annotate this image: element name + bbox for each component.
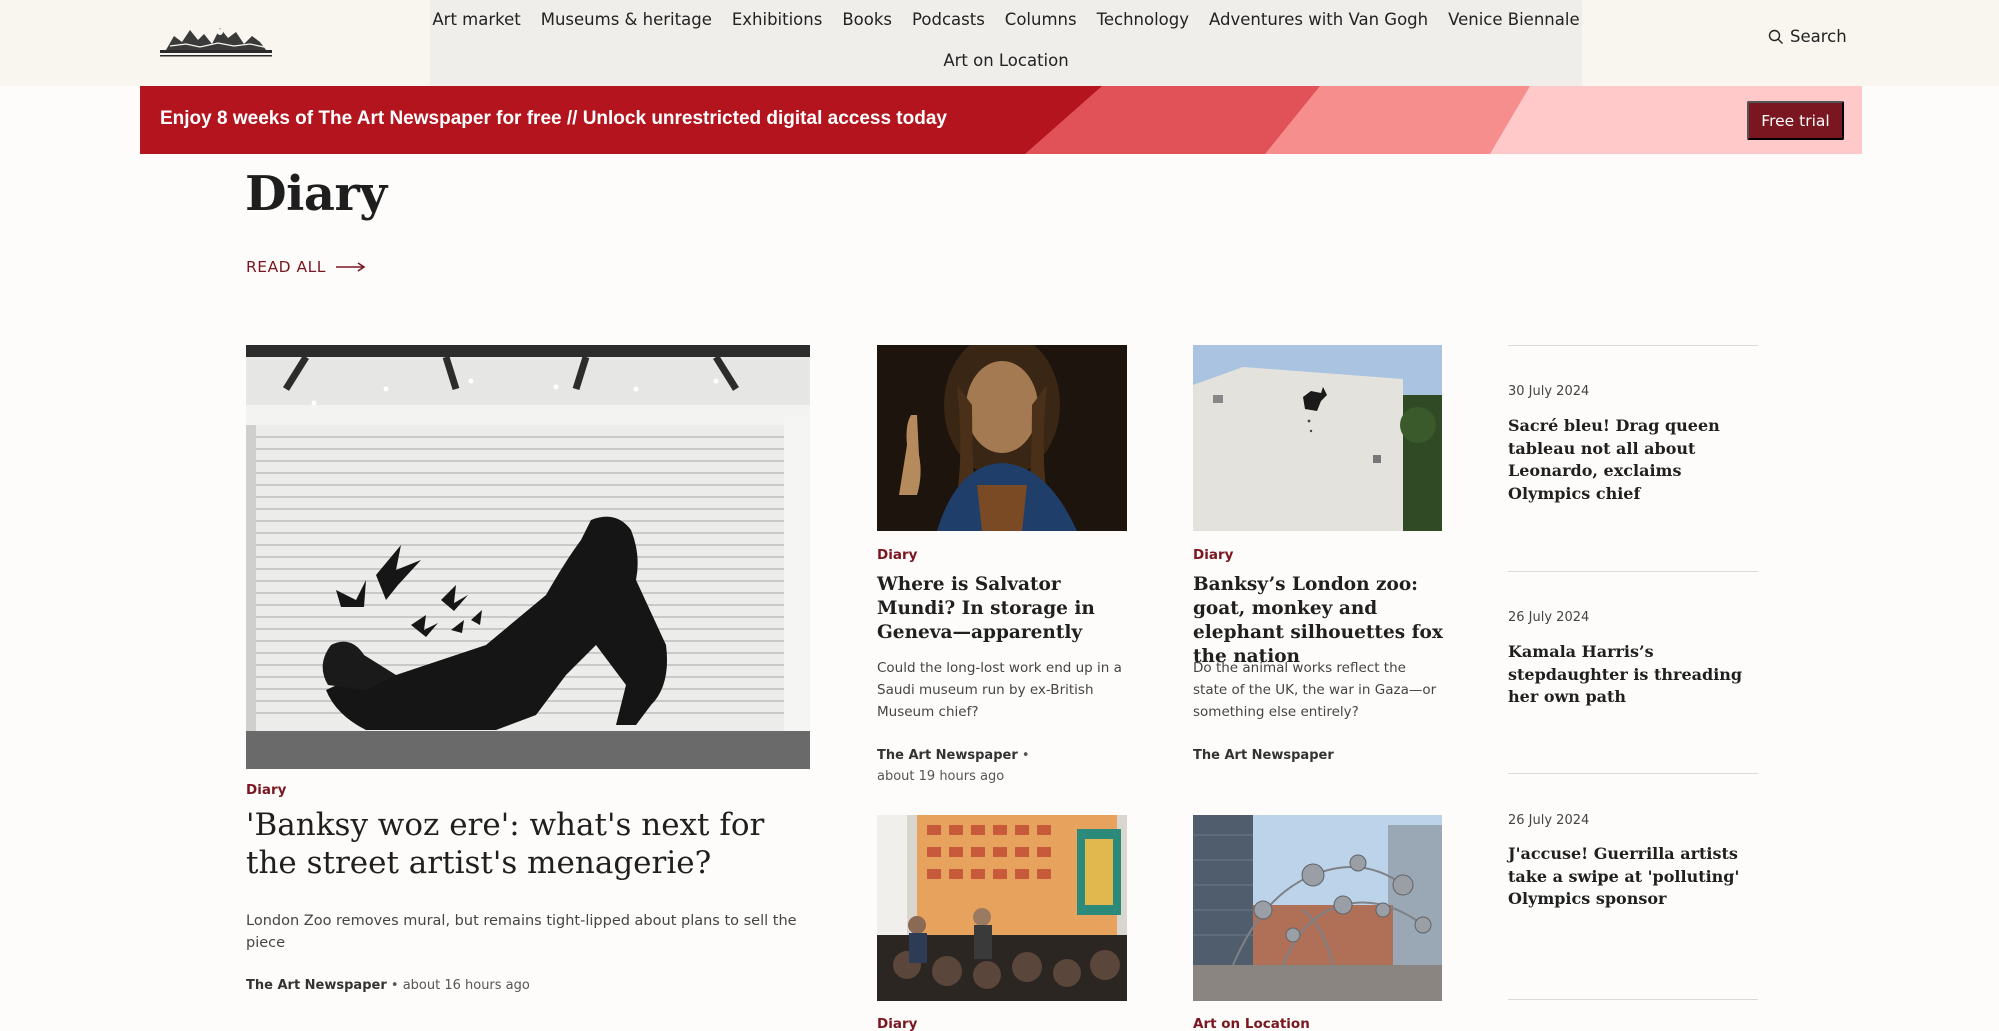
story-standfirst: Do the animal works reflect the state of… <box>1193 660 1437 720</box>
story-image[interactable] <box>1193 815 1442 1001</box>
story-byline: The Art Newspaper <box>1193 745 1443 766</box>
story-kicker[interactable]: Diary <box>877 1016 917 1031</box>
sidebar-headline[interactable]: Sacré bleu! Drag queen tableau not all a… <box>1508 415 1760 505</box>
lead-story-headline[interactable]: 'Banksy woz ere': what's next for the st… <box>246 806 806 882</box>
promo-banner: Enjoy 8 weeks of The Art Newspaper for f… <box>140 86 1862 154</box>
story-headline[interactable]: Banksy’s London zoo: goat, monkey and el… <box>1193 573 1443 669</box>
search-label: Search <box>1790 27 1847 46</box>
byline-time: about 16 hours ago <box>402 978 530 993</box>
nav-item-technology[interactable]: Technology <box>1097 10 1189 29</box>
free-trial-button[interactable]: Free trial <box>1747 101 1844 140</box>
byline-time: about 19 hours ago <box>877 769 1005 784</box>
divider <box>1508 345 1758 346</box>
nav-item-venice-biennale[interactable]: Venice Biennale <box>1448 10 1579 29</box>
nav-row-primary: Art market Museums & heritage Exhibition… <box>430 0 1582 38</box>
banksy-gorilla-shutter-mural <box>246 345 810 769</box>
page-title: Diary <box>245 166 387 222</box>
sidebar-date: 30 July 2024 <box>1508 384 1590 399</box>
byline-source[interactable]: The Art Newspaper <box>1193 748 1334 763</box>
divider <box>1508 571 1758 572</box>
salvator-mundi-painting <box>877 345 1127 531</box>
nav-item-art-on-location[interactable]: Art on Location <box>943 51 1068 70</box>
banksy-goat-wall <box>1193 345 1442 531</box>
main-navigation: Art market Museums & heritage Exhibition… <box>430 0 1582 82</box>
lead-story-image[interactable] <box>246 345 810 769</box>
divider <box>1508 773 1758 774</box>
site-logo[interactable] <box>160 22 272 58</box>
nav-item-van-gogh[interactable]: Adventures with Van Gogh <box>1209 10 1428 29</box>
lead-story-standfirst: London Zoo removes mural, but remains ti… <box>246 913 797 951</box>
story-byline: The Art Newspaper • about 19 hours ago <box>877 745 1127 787</box>
publication-logo-icon <box>160 28 272 57</box>
byline-source[interactable]: The Art Newspaper <box>877 748 1018 763</box>
story-kicker[interactable]: Diary <box>1193 547 1233 563</box>
nav-item-columns[interactable]: Columns <box>1005 10 1077 29</box>
story-headline[interactable]: Where is Salvator Mundi? In storage in G… <box>877 573 1127 645</box>
arrow-right-icon <box>335 262 366 272</box>
story-standfirst: Could the long-lost work end up in a Sau… <box>877 660 1122 720</box>
byline-separator: • <box>1021 748 1030 763</box>
nav-item-art-market[interactable]: Art market <box>432 10 520 29</box>
divider <box>1508 999 1758 1000</box>
sidebar-headline[interactable]: Kamala Harris’s stepdaughter is threadin… <box>1508 641 1760 709</box>
story-kicker[interactable]: Art on Location <box>1193 1016 1310 1031</box>
story-image[interactable] <box>1193 345 1442 531</box>
nav-row-secondary: Art on Location <box>430 38 1582 82</box>
sidebar-headline[interactable]: J'accuse! Guerrilla artists take a swipe… <box>1508 843 1760 911</box>
steel-sphere-sculpture-plaza <box>1193 815 1442 1001</box>
lead-story-kicker[interactable]: Diary <box>246 782 286 798</box>
story-kicker[interactable]: Diary <box>877 547 917 563</box>
story-image[interactable] <box>877 345 1127 531</box>
read-all-link[interactable]: READ ALL <box>246 258 366 276</box>
nav-item-podcasts[interactable]: Podcasts <box>912 10 985 29</box>
gallery-talk-audience <box>877 815 1127 1001</box>
byline-separator: • <box>390 978 403 993</box>
search-button[interactable]: Search <box>1768 27 1847 46</box>
nav-item-museums-heritage[interactable]: Museums & heritage <box>541 10 712 29</box>
byline-source[interactable]: The Art Newspaper <box>246 978 387 993</box>
search-icon <box>1768 29 1783 44</box>
sidebar-date: 26 July 2024 <box>1508 610 1590 625</box>
nav-item-books[interactable]: Books <box>842 10 892 29</box>
story-image[interactable] <box>877 815 1127 1001</box>
nav-item-exhibitions[interactable]: Exhibitions <box>732 10 823 29</box>
sidebar-date: 26 July 2024 <box>1508 813 1590 828</box>
promo-text: Enjoy 8 weeks of The Art Newspaper for f… <box>160 108 947 129</box>
read-all-label: READ ALL <box>246 258 326 276</box>
lead-story-byline: The Art Newspaper • about 16 hours ago <box>246 975 806 996</box>
